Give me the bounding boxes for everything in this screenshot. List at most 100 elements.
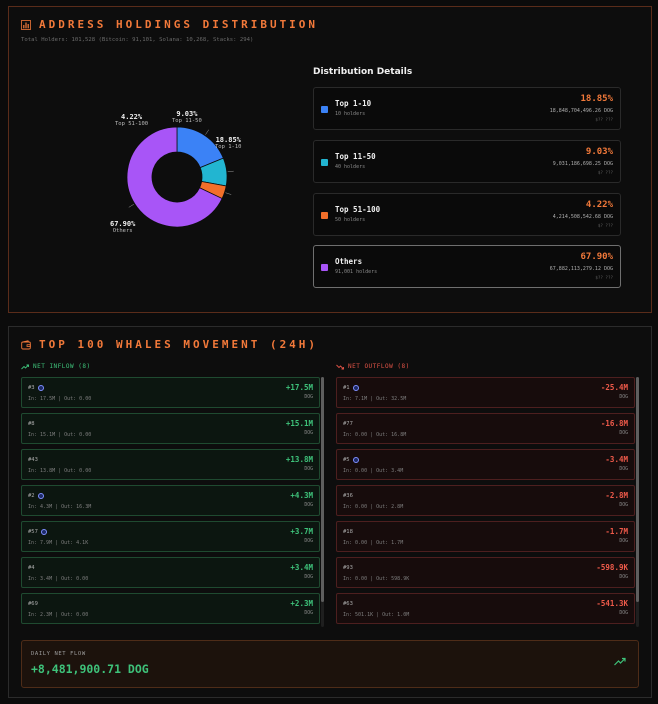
whale-net-value: -1.7M [605, 527, 628, 536]
trending-up-icon [21, 364, 29, 369]
whale-in-out: In: 13.8M | Out: 0.00 [28, 468, 92, 474]
holdings-title: ADDRESS HOLDINGS DISTRIBUTION [21, 18, 318, 31]
whale-rank: #77 [343, 421, 353, 427]
donut-leader-others [128, 203, 134, 208]
donut-label-percent: 67.90% [110, 220, 136, 228]
whale-token: DOG [304, 431, 313, 436]
whale-rank-text: #3 [28, 385, 35, 391]
outflow-scroll-thumb[interactable] [636, 377, 639, 602]
whales-title: TOP 100 WHALES MOVEMENT (24H) [21, 338, 318, 351]
color-swatch [321, 106, 328, 113]
whale-token: DOG [304, 467, 313, 472]
whale-net-value: +17.5M [285, 383, 313, 392]
inflow-list[interactable]: #3 In: 17.5M | Out: 0.00 +17.5M DOG #8 In: 15… [21, 377, 324, 627]
whale-rank: #2 [28, 493, 44, 499]
distribution-card-others[interactable]: Others 91,001 holders 67.90% 67,882,113,279… [313, 245, 621, 288]
holdings-subtitle: Total Holders: 101,528 (Bitcoin: 91,101,… [21, 37, 254, 43]
segment-name: Top 51-100 [335, 205, 381, 214]
distribution-card-top-1-10[interactable]: Top 1-10 10 holders 18.85% 18,848,704,496.2… [313, 87, 621, 130]
whale-rank-text: #36 [343, 493, 353, 499]
whale-in-out: In: 501.1K | Out: 1.0M [343, 612, 410, 618]
donut-label-name: Top 1-10 [215, 144, 242, 151]
whale-card[interactable]: #4 In: 3.4M | Out: 0.00 +3.4M DOG [21, 557, 320, 588]
whale-in-out: In: 0.00 | Out: 2.8M [343, 504, 404, 510]
whale-card[interactable]: #93 In: 0.00 | Out: 598.9K -598.9K DOG [336, 557, 635, 588]
outflow-list[interactable]: #1 In: 7.1M | Out: 32.5M -25.4M DOG #77 In: 0… [336, 377, 639, 627]
whale-card[interactable]: #18 In: 0.00 | Out: 1.7M -1.7M DOG [336, 521, 635, 552]
whale-card[interactable]: #63 In: 501.1K | Out: 1.0M -541.3K DOG [336, 593, 635, 624]
segment-name: Others [335, 257, 363, 266]
segment-holders: 91,001 holders [335, 269, 378, 275]
distribution-details-title: Distribution Details [313, 67, 413, 77]
whale-net-value: +4.3M [290, 491, 313, 500]
segment-holders: 50 holders [335, 217, 366, 223]
whale-rank-text: #1 [343, 385, 350, 391]
daily-net-flow-label: DAILY NET FLOW [31, 651, 86, 657]
segment-percent: 9.03% [585, 147, 613, 157]
inflow-scroll-thumb[interactable] [321, 377, 324, 602]
donut-leader-top-51-100 [225, 192, 232, 195]
distribution-card-top-11-50[interactable]: Top 11-50 40 holders 9.03% 9,031,186,698.25… [313, 140, 621, 183]
whale-token: DOG [619, 467, 628, 472]
whale-token: DOG [304, 575, 313, 580]
donut-label-top-51-100: 4.22% Top 51-100 [115, 113, 148, 127]
whale-card[interactable]: #5 In: 0.00 | Out: 3.4M -3.4M DOG [336, 449, 635, 480]
donut-label-others: 67.90% Others [110, 220, 135, 234]
chain-icon [40, 529, 47, 535]
whale-rank-text: #77 [343, 421, 353, 427]
whale-card[interactable]: #77 In: 0.00 | Out: 16.8M -16.8M DOG [336, 413, 635, 444]
whale-net-value: -598.9K [596, 563, 628, 572]
segment-amount: 9,031,186,698.25 DOG [552, 161, 613, 167]
whale-card[interactable]: #69 In: 2.3M | Out: 0.00 +2.3M DOG [21, 593, 320, 624]
color-swatch [321, 159, 328, 166]
inflow-scrollbar[interactable] [321, 377, 324, 627]
segment-usd-value: $? ??? [597, 223, 613, 228]
whale-card[interactable]: #57 In: 7.9M | Out: 4.1K +3.7M DOG [21, 521, 320, 552]
whale-in-out: In: 0.00 | Out: 3.4M [343, 468, 404, 474]
donut-leader-top-1-10 [205, 129, 210, 135]
whale-in-out: In: 2.3M | Out: 0.00 [28, 612, 89, 618]
whale-rank-text: #2 [28, 493, 35, 499]
donut-leader-top-11-50 [227, 170, 234, 173]
segment-holders: 40 holders [335, 164, 366, 170]
donut-label-percent: 4.22% [121, 113, 143, 121]
segment-holders: 10 holders [335, 111, 366, 117]
whale-in-out: In: 0.00 | Out: 16.8M [343, 432, 407, 438]
whale-net-value: -16.8M [600, 419, 628, 428]
segment-percent: 67.90% [580, 252, 613, 262]
chain-icon [352, 457, 359, 463]
whale-card[interactable]: #2 In: 4.3M | Out: 16.3M +4.3M DOG [21, 485, 320, 516]
whale-card[interactable]: #1 In: 7.1M | Out: 32.5M -25.4M DOG [336, 377, 635, 408]
donut-label-percent: 9.03% [176, 110, 198, 118]
daily-net-flow-card: DAILY NET FLOW +8,481,900.71 DOG [21, 640, 639, 688]
whale-token: DOG [619, 431, 628, 436]
whale-net-value: -3.4M [605, 455, 628, 464]
whale-card[interactable]: #8 In: 15.1M | Out: 0.00 +15.1M DOG [21, 413, 320, 444]
whale-token: DOG [619, 575, 628, 580]
whale-card[interactable]: #43 In: 13.8M | Out: 0.00 +13.8M DOG [21, 449, 320, 480]
whale-token: DOG [304, 395, 313, 400]
segment-amount: 67,882,113,279.12 DOG [549, 266, 613, 272]
whale-in-out: In: 17.5M | Out: 0.00 [28, 396, 92, 402]
whales-panel: TOP 100 WHALES MOVEMENT (24H) NET INFLOW… [8, 326, 652, 698]
whale-net-value: -541.3K [596, 599, 628, 608]
daily-net-flow-value: +8,481,900.71 DOG [31, 662, 149, 676]
donut-label-top-1-10: 18.85% Top 1-10 [215, 136, 242, 150]
whale-net-value: -2.8M [605, 491, 628, 500]
distribution-card-top-51-100[interactable]: Top 51-100 50 holders 4.22% 4,214,508,542.6… [313, 193, 621, 236]
segment-percent: 4.22% [585, 200, 613, 210]
whale-rank-text: #63 [343, 601, 353, 607]
whale-rank: #93 [343, 565, 353, 571]
whale-rank-text: #4 [28, 565, 35, 571]
outflow-scrollbar[interactable] [636, 377, 639, 627]
whale-rank: #8 [28, 421, 35, 427]
whale-card[interactable]: #36 In: 0.00 | Out: 2.8M -2.8M DOG [336, 485, 635, 516]
donut-label-name: Others [112, 228, 133, 235]
whale-rank: #63 [343, 601, 353, 607]
whale-card[interactable]: #3 In: 17.5M | Out: 0.00 +17.5M DOG [21, 377, 320, 408]
whale-in-out: In: 7.1M | Out: 32.5M [343, 396, 407, 402]
whale-rank-text: #57 [28, 529, 38, 535]
whale-rank-text: #5 [343, 457, 350, 463]
whale-token: DOG [304, 503, 313, 508]
donut-label-name: Top 51-100 [115, 121, 149, 128]
